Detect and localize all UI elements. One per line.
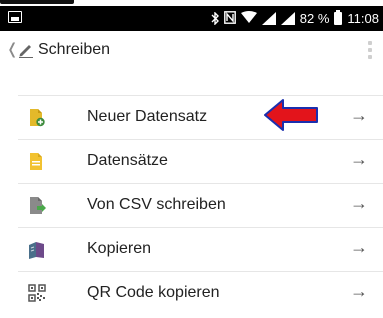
overflow-menu-icon[interactable] (367, 41, 373, 59)
list-item-label: QR Code kopieren (87, 284, 220, 301)
signal-icon (261, 12, 276, 25)
arrow-right-icon: → (350, 237, 368, 257)
list-item-copy[interactable]: Kopieren → (18, 227, 383, 271)
arrow-right-icon: → (350, 281, 368, 301)
battery-icon (334, 10, 343, 25)
wifi-icon (240, 10, 257, 27)
list-item-qr-copy[interactable]: QR Code kopieren → (18, 271, 383, 315)
arrow-right-icon: → (350, 193, 368, 213)
list-item-label: Kopieren (87, 240, 152, 257)
qr-code-icon (28, 284, 46, 302)
arrow-right-icon: → (350, 105, 368, 125)
battery-percent: 82 % (299, 11, 330, 26)
list-item-records[interactable]: Datensätze → (18, 139, 383, 183)
pen-icon[interactable] (17, 40, 35, 59)
list-item-label: Datensätze (87, 152, 168, 169)
status-bar: 82 % 11:08 (0, 6, 383, 31)
nfc-icon (223, 10, 236, 27)
arrow-right-icon: → (350, 149, 368, 169)
list-item-new-record[interactable]: Neuer Datensatz → (18, 95, 383, 139)
app-bar: ❬ Schreiben (0, 31, 383, 69)
image-icon (8, 11, 22, 23)
new-record-icon (28, 108, 46, 127)
list-item-label: Neuer Datensatz (87, 108, 208, 125)
copy-icon (28, 240, 46, 259)
annotation-arrow (264, 99, 318, 131)
menu-list: Neuer Datensatz → Datensätze → Von CSV s… (18, 95, 383, 315)
clock: 11:08 (347, 11, 379, 26)
signal-icon-2 (280, 12, 295, 25)
page-title: Schreiben (38, 41, 111, 58)
records-icon (28, 152, 46, 170)
list-item-csv[interactable]: Von CSV schreiben → (18, 183, 383, 227)
csv-icon (28, 196, 46, 214)
list-item-label: Von CSV schreiben (87, 196, 226, 213)
bluetooth-icon (211, 12, 219, 25)
